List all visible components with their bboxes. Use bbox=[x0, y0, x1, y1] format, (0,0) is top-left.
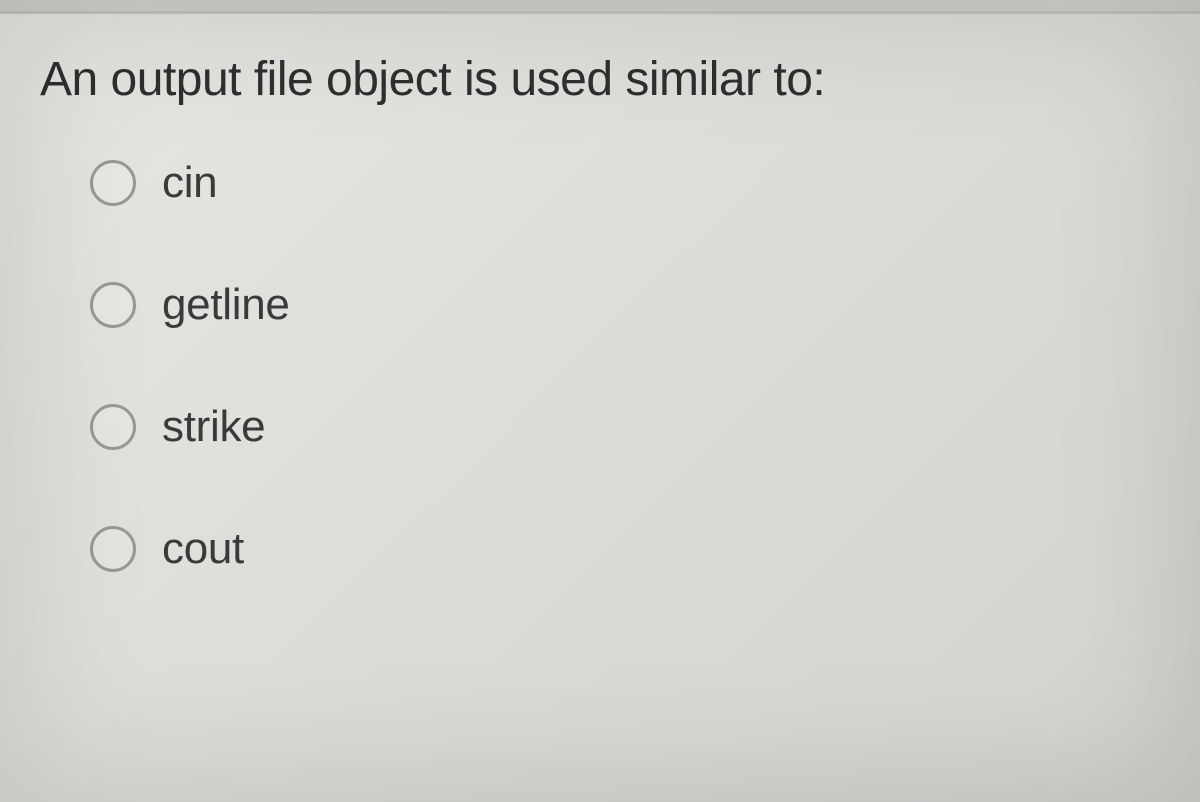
option-label: cin bbox=[162, 158, 217, 208]
option-label: strike bbox=[162, 402, 265, 452]
question-prompt: An output file object is used similar to… bbox=[40, 50, 1160, 110]
window-top-border bbox=[0, 0, 1200, 14]
option-label: getline bbox=[162, 280, 290, 330]
radio-icon[interactable] bbox=[90, 282, 136, 328]
option-strike[interactable]: strike bbox=[90, 402, 1160, 452]
option-label: cout bbox=[162, 524, 244, 574]
option-getline[interactable]: getline bbox=[90, 280, 1160, 330]
options-list: cin getline strike cout bbox=[40, 158, 1160, 574]
radio-icon[interactable] bbox=[90, 526, 136, 572]
radio-icon[interactable] bbox=[90, 404, 136, 450]
option-cout[interactable]: cout bbox=[90, 524, 1160, 574]
radio-icon[interactable] bbox=[90, 160, 136, 206]
option-cin[interactable]: cin bbox=[90, 158, 1160, 208]
